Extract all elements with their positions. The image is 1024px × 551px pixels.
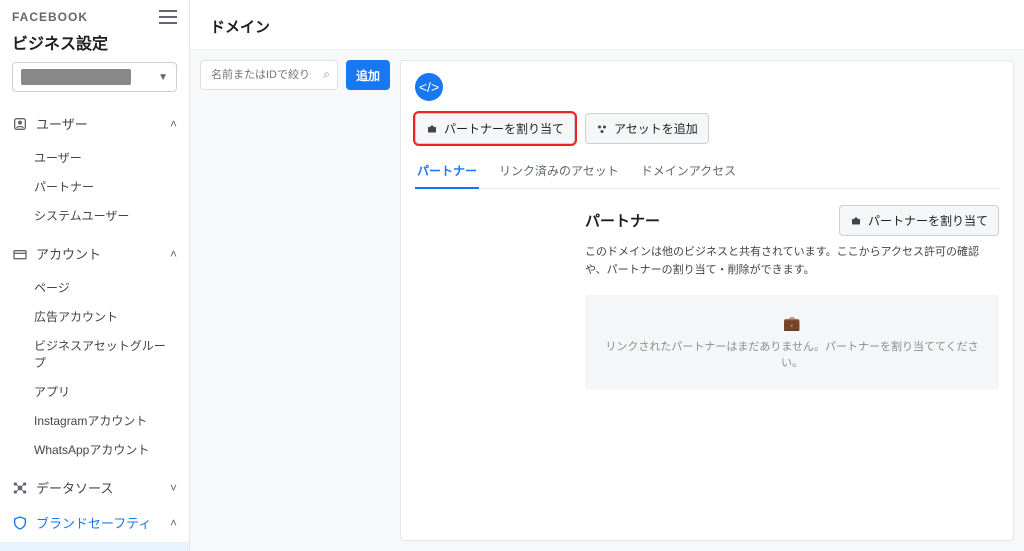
add-asset-button[interactable]: アセットを追加 (585, 113, 709, 144)
account-selector[interactable]: ▼ (12, 62, 177, 92)
briefcase-icon (426, 123, 438, 135)
menu-icon[interactable] (159, 10, 177, 24)
nav-acc-page[interactable]: ページ (0, 273, 189, 302)
main-content: ドメイン ⌕ 追加 </> パートナーを割り当て ア (190, 0, 1024, 551)
list-panel: ⌕ 追加 (200, 60, 390, 541)
nav-brandsafety-label: ブランドセーフティ (36, 513, 151, 532)
nav-users[interactable]: ユーザー ˄ (0, 106, 189, 141)
chevron-down-icon: ˅ (170, 481, 177, 495)
detail-description: このドメインは他のビジネスと共有されています。ここからアクセス許可の確認や、パー… (585, 244, 999, 279)
assign-partner-label: パートナーを割り当て (444, 120, 564, 137)
nav-datasource-label: データソース (36, 478, 113, 497)
chevron-up-icon: ˄ (170, 247, 177, 261)
brand-label: FACEBOOK (12, 10, 88, 24)
nav-accounts-label: アカウント (36, 244, 101, 263)
sidebar: FACEBOOK ビジネス設定 ▼ ユーザー ˄ ユーザー パートナー システム… (0, 0, 190, 551)
nav-users-label: ユーザー (36, 114, 88, 133)
chevron-up-icon: ˄ (170, 117, 177, 131)
nav-accounts[interactable]: アカウント ˄ (0, 236, 189, 271)
sidebar-nav: ユーザー ˄ ユーザー パートナー システムユーザー アカウント ˄ ページ 広… (0, 100, 189, 551)
nav-acc-app[interactable]: アプリ (0, 377, 189, 406)
nav-brandsafety[interactable]: ブランドセーフティ ˄ (0, 505, 189, 540)
assign-partner-button[interactable]: パートナーを割り当て (415, 113, 575, 144)
accounts-icon (12, 246, 28, 262)
tab-partner[interactable]: パートナー (415, 154, 479, 189)
nav-acc-ig[interactable]: Instagramアカウント (0, 406, 189, 435)
detail-title: パートナー (585, 210, 660, 231)
chevron-down-icon: ▼ (158, 72, 168, 83)
nav-acc-wa[interactable]: WhatsAppアカウント (0, 435, 189, 464)
detail-panel: </> パートナーを割り当て アセットを追加 パートナー リンク済みのアセット … (400, 60, 1014, 541)
tab-linked-assets[interactable]: リンク済みのアセット (497, 154, 621, 188)
asset-icon (596, 123, 608, 135)
search-input[interactable] (200, 60, 338, 90)
chevron-up-icon: ˄ (170, 516, 177, 530)
add-asset-label: アセットを追加 (614, 120, 698, 137)
search-icon: ⌕ (323, 67, 330, 82)
nav-users-partners[interactable]: パートナー (0, 172, 189, 201)
briefcase-icon: 💼 (597, 315, 987, 332)
tabs: パートナー リンク済みのアセット ドメインアクセス (415, 154, 999, 189)
tab-domain-access[interactable]: ドメインアクセス (639, 154, 738, 188)
nav-users-system[interactable]: システムユーザー (0, 201, 189, 230)
nav-brand-domain[interactable]: ドメイン (0, 542, 189, 551)
sidebar-title: ビジネス設定 (12, 30, 177, 54)
empty-text: リンクされたパートナーはまだありません。パートナーを割り当ててください。 (597, 338, 987, 370)
code-icon: </> (415, 73, 443, 101)
nav-users-users[interactable]: ユーザー (0, 143, 189, 172)
nav-acc-ad[interactable]: 広告アカウント (0, 302, 189, 331)
datasource-icon (12, 480, 28, 496)
nav-acc-group[interactable]: ビジネスアセットグループ (0, 331, 189, 377)
shield-icon (12, 515, 28, 531)
assign-partner-label-2: パートナーを割り当て (868, 212, 988, 229)
add-button[interactable]: 追加 (346, 60, 390, 90)
users-icon (12, 116, 28, 132)
empty-state: 💼 リンクされたパートナーはまだありません。パートナーを割り当ててください。 (585, 295, 999, 390)
page-title: ドメイン (190, 0, 1024, 50)
account-name-placeholder (21, 69, 131, 85)
assign-partner-button-2[interactable]: パートナーを割り当て (839, 205, 999, 236)
briefcase-icon (850, 215, 862, 227)
nav-datasource[interactable]: データソース ˅ (0, 470, 189, 505)
